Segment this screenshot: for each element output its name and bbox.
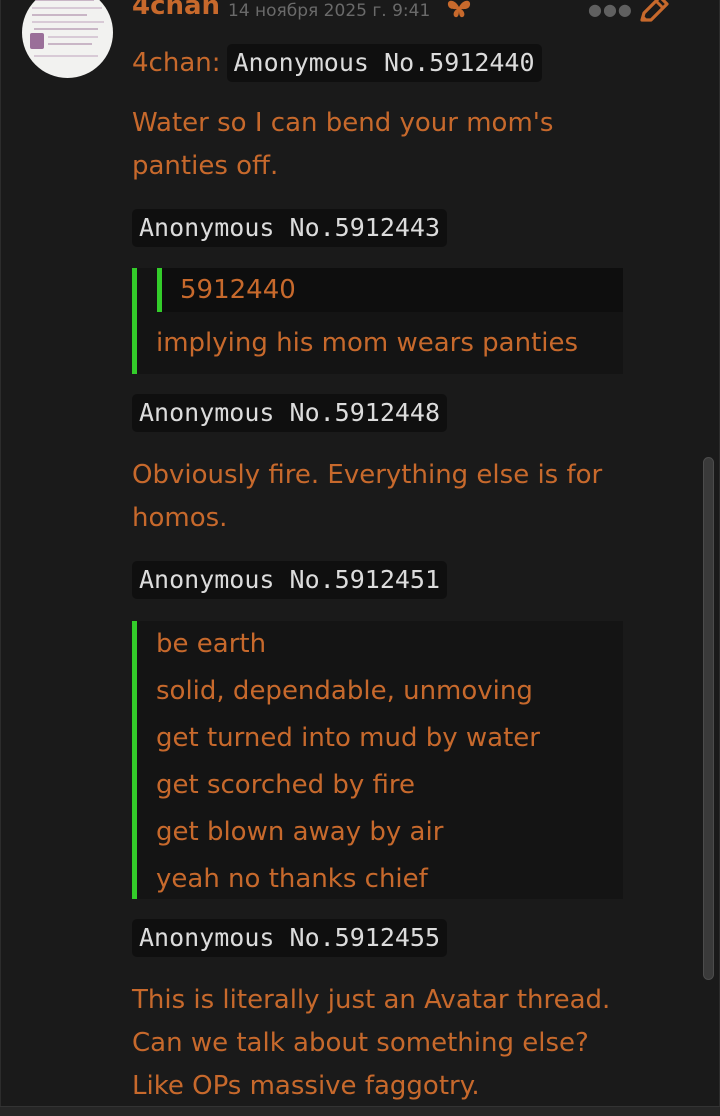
message-timestamp: 14 ноября 2025 г. 9:41 [228, 1, 431, 21]
greentext-line: get blown away by air [156, 817, 444, 847]
reply-reference[interactable]: 5912440 [157, 268, 623, 312]
greentext-line: implying his mom wears panties [156, 328, 579, 358]
channel-name[interactable]: 4chan [132, 0, 220, 21]
post-id-tag[interactable]: Anonymous No.5912448 [132, 394, 448, 432]
greentext-line: be earth [156, 629, 267, 659]
post-text-line: Water so I can bend your mom's [132, 108, 554, 138]
greentext-line: solid, dependable, unmoving [156, 676, 533, 706]
post-text-line: homos. [132, 503, 228, 533]
pencil-edit-icon[interactable] [636, 0, 672, 32]
greentext-line: get scorched by fire [156, 770, 416, 800]
channel-avatar[interactable] [22, 0, 113, 78]
post-id-tag[interactable]: Anonymous No.5912455 [132, 919, 448, 957]
post-text-line: Can we talk about something else? [132, 1028, 589, 1058]
post-text: Obviously fire. Everything else is for h… [132, 454, 632, 540]
greentext-quote: be earth solid, dependable, unmoving get… [132, 621, 623, 899]
butterfly-icon [446, 0, 472, 25]
message-prefix: 4chan: [132, 48, 221, 78]
post-text-line: This is literally just an Avatar thread. [132, 985, 611, 1015]
more-options-icon[interactable]: ●●● [588, 2, 633, 18]
post-text: This is literally just an Avatar thread.… [132, 979, 692, 1108]
greentext-quote: 5912440 implying his mom wears panties [132, 268, 623, 374]
scrollbar-thumb[interactable] [703, 457, 714, 980]
greentext-line: yeah no thanks chief [156, 864, 428, 894]
post-id-tag[interactable]: Anonymous No.5912451 [132, 561, 448, 599]
post-text-line: panties off. [132, 151, 279, 181]
post-text-line: Obviously fire. Everything else is for [132, 460, 603, 490]
post-id-tag[interactable]: Anonymous No.5912443 [132, 209, 448, 247]
greentext-line: get turned into mud by water [156, 723, 540, 753]
post-text: Water so I can bend your mom's panties o… [132, 102, 632, 188]
post-id-tag[interactable]: Anonymous No.5912440 [226, 44, 542, 82]
message-first-line: 4chan: Anonymous No.5912440 [132, 44, 542, 82]
left-border [0, 0, 1, 1115]
post-text-line: Like OPs massive faggotry. [132, 1071, 480, 1101]
